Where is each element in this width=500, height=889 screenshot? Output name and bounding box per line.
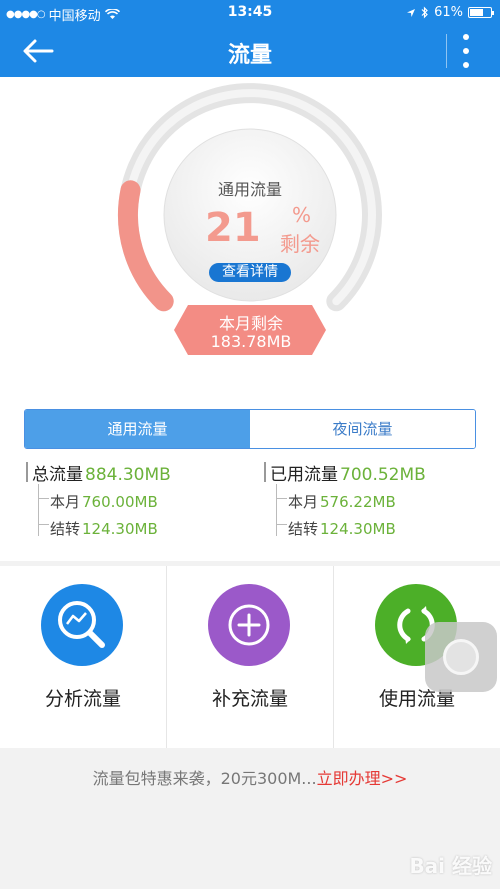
total-traffic-label: 总流量	[32, 465, 83, 485]
analyze-traffic-button[interactable]: 分析流量	[0, 566, 167, 748]
plus-circle-icon	[228, 604, 270, 646]
analyze-traffic-label: 分析流量	[44, 688, 121, 710]
battery-icon	[468, 7, 494, 18]
nav-bar: 流量	[0, 26, 500, 77]
used-month-label: 本月	[288, 493, 319, 511]
gauge-remain-label: 剩余	[280, 232, 320, 256]
used-carry-row: 结转 124.30MB	[270, 518, 426, 539]
block-marker	[26, 462, 28, 482]
total-month-label: 本月	[50, 493, 81, 511]
used-traffic-row: 已用流量 700.52MB	[270, 460, 426, 485]
total-carry-value: 124.30MB	[82, 520, 158, 538]
total-traffic-row: 总流量 884.30MB	[32, 460, 171, 485]
total-traffic-value: 884.30MB	[85, 465, 171, 485]
top-bar: ●●●●○ 中国移动 13:45 61% 流量	[0, 0, 500, 77]
bluetooth-icon	[421, 6, 428, 19]
action-circle	[41, 584, 123, 666]
gauge-remaining-arc	[117, 180, 174, 312]
gauge-title: 通用流量	[217, 180, 282, 199]
floating-assistive-button[interactable]	[425, 622, 497, 692]
battery-percent: 61%	[434, 5, 463, 20]
traffic-stats-panel: 通用流量 夜间流量 总流量 884.30MB 本月 760.00MB 结转 124.…	[0, 387, 500, 561]
gauge-panel: 通用流量 21 % 剩余 查看详情 本月剩余 183.78MB	[0, 77, 500, 387]
page-title: 流量	[227, 43, 272, 68]
more-menu-icon[interactable]	[458, 34, 474, 68]
used-month-row: 本月 576.22MB	[270, 491, 426, 512]
used-month-value: 576.22MB	[320, 493, 396, 511]
tab-night-traffic[interactable]: 夜间流量	[250, 410, 475, 448]
view-detail-button[interactable]: 查看详情	[209, 263, 291, 282]
status-right: 61%	[406, 5, 494, 20]
block-marker	[264, 462, 266, 482]
used-carry-value: 124.30MB	[320, 520, 396, 538]
promo-text: 流量包特惠来袭，20元300M...	[92, 769, 317, 788]
add-traffic-label: 补充流量	[211, 688, 288, 710]
gauge-percent: 21	[205, 205, 261, 251]
location-arrow-icon	[407, 8, 416, 17]
used-traffic-value: 700.52MB	[340, 465, 426, 485]
status-bar: ●●●●○ 中国移动 13:45 61%	[0, 0, 500, 26]
promo-banner: 流量包特惠来袭，20元300M...立即办理>>	[0, 765, 500, 789]
used-traffic-label: 已用流量	[270, 465, 338, 485]
tab-general-traffic[interactable]: 通用流量	[25, 410, 250, 448]
total-month-row: 本月 760.00MB	[32, 491, 171, 512]
magnifier-chart-icon	[58, 601, 105, 648]
add-traffic-button[interactable]: 补充流量	[167, 566, 334, 748]
month-remaining-label: 本月剩余	[218, 314, 283, 333]
baidu-watermark-logo: Bai 经验	[409, 854, 492, 878]
nav-divider	[446, 34, 447, 68]
total-traffic-block: 总流量 884.30MB 本月 760.00MB 结转 124.30MB	[26, 460, 171, 539]
used-traffic-block: 已用流量 700.52MB 本月 576.22MB 结转 124.30MB	[264, 460, 426, 539]
traffic-type-tabs: 通用流量 夜间流量	[24, 409, 476, 449]
used-carry-label: 结转	[288, 520, 319, 538]
action-circle	[208, 584, 290, 666]
total-carry-label: 结转	[50, 520, 81, 538]
gauge-percent-sign: %	[292, 203, 312, 227]
month-remaining-value: 183.78MB	[210, 332, 292, 351]
total-carry-row: 结转 124.30MB	[32, 518, 171, 539]
promo-link[interactable]: 立即办理>>	[317, 769, 408, 788]
total-month-value: 760.00MB	[82, 493, 158, 511]
